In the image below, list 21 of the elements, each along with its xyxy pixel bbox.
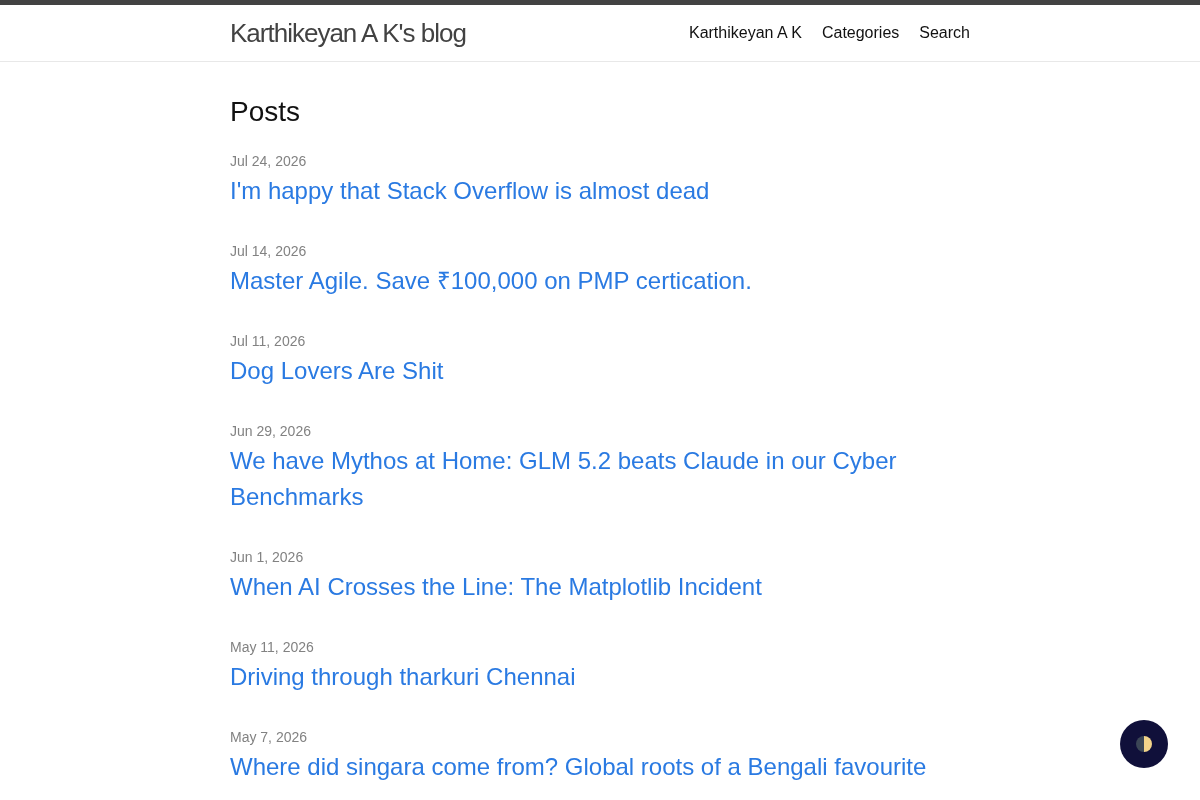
site-title[interactable]: Karthikeyan A K's blog xyxy=(230,5,466,61)
half-circle-icon xyxy=(1136,736,1152,752)
theme-toggle-button[interactable] xyxy=(1120,720,1168,768)
nav-link[interactable]: Karthikeyan A K xyxy=(688,21,802,45)
posts-heading: Posts xyxy=(230,95,302,129)
post-title-link[interactable]: Dog Lovers Are Shit xyxy=(230,353,444,389)
nav-link[interactable]: Categories xyxy=(821,21,900,45)
post-date: Jul 14, 2026 xyxy=(230,242,307,261)
post-title-link[interactable]: We have Mythos at Home: GLM 5.2 beats Claude in our Cyber Benchmarks xyxy=(230,443,970,515)
post-title-link[interactable]: Master Agile. Save ₹100,000 on PMP certication. xyxy=(230,263,752,299)
post-date: May 11, 2026 xyxy=(230,638,314,657)
post-title-link[interactable]: Where did singara come from? Global roots of a Bengali favourite xyxy=(230,749,927,785)
post-date: Jun 1, 2026 xyxy=(230,548,304,567)
post-date: Jul 24, 2026 xyxy=(230,152,307,171)
post-date: Jun 29, 2026 xyxy=(230,422,311,441)
post-date: Jul 11, 2026 xyxy=(230,332,306,351)
post-title-link[interactable]: Driving through tharkuri Chennai xyxy=(230,659,576,695)
post-title-link[interactable]: I'm happy that Stack Overflow is almost dead xyxy=(230,173,710,209)
nav-link[interactable]: Search xyxy=(919,21,970,45)
post-title-link[interactable]: When AI Crosses the Line: The Matplotlib Incident xyxy=(230,569,762,605)
post-date: May 7, 2026 xyxy=(230,728,308,747)
